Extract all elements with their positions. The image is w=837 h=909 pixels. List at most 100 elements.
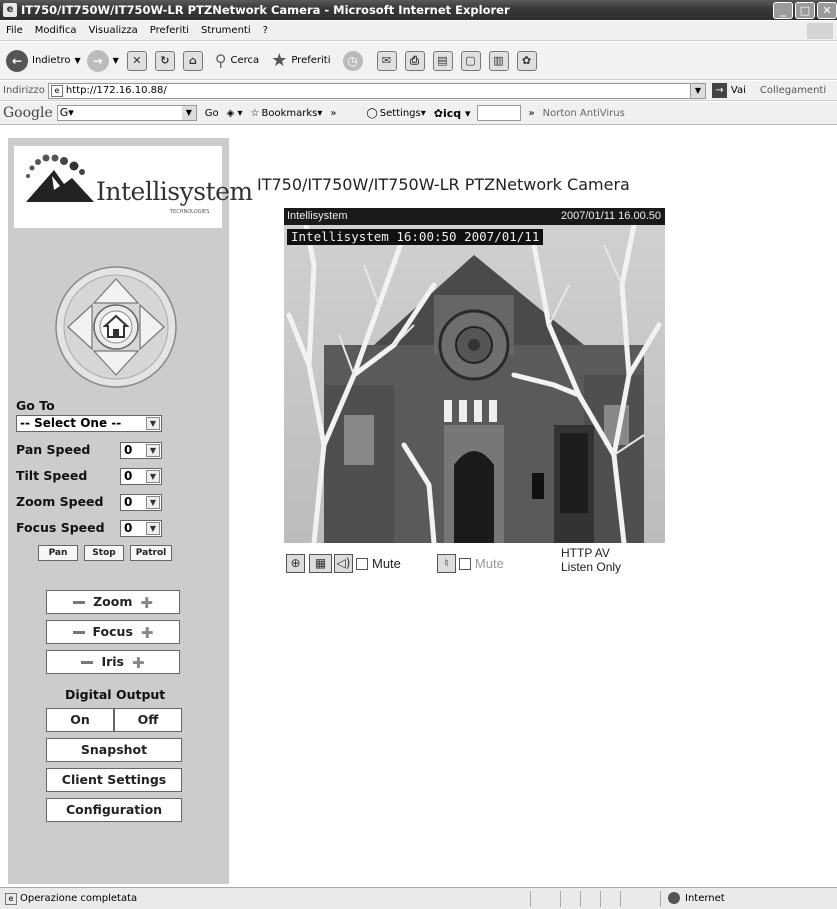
snapshot-camera-icon[interactable]: ▦ (309, 554, 332, 573)
mute-checkbox[interactable] (356, 557, 368, 570)
speaker-icon[interactable]: ◁) (334, 554, 353, 573)
go-button[interactable]: Vai (731, 85, 746, 96)
stop-icon[interactable]: ✕ (126, 50, 147, 71)
forward-dropdown-icon[interactable]: ▼ (113, 56, 119, 65)
tilt-speed-select[interactable]: 0 ▼ (120, 468, 162, 485)
print-icon[interactable]: ⎙ (404, 50, 425, 71)
favorites-button[interactable]: ★ Preferiti (271, 50, 330, 71)
zoom-speed-dropdown-icon: ▼ (146, 496, 160, 509)
status-text: Operazione completata (20, 893, 138, 904)
menu-strumenti[interactable]: Strumenti (195, 25, 257, 36)
menu-visualizza[interactable]: Visualizza (83, 25, 144, 36)
browser-toolbar: ← Indietro ▼ → ▼ ✕ ↻ ⌂ ⚲ Cerca ★ Preferi… (0, 42, 837, 80)
control-sidebar: Intellisystem TECHNOLOGIES Go To -- Sele… (8, 138, 253, 884)
zoom-speed-label: Zoom Speed (16, 494, 104, 509)
research-icon[interactable]: ▥ (488, 50, 509, 71)
focus-speed-select[interactable]: 0 ▼ (120, 520, 162, 537)
messenger-icon[interactable]: ✿ (516, 50, 537, 71)
goto-selected-value: -- Select One -- (20, 416, 122, 430)
maximize-button[interactable]: □ (795, 2, 815, 19)
bookmarks-button[interactable]: Bookmarks▾ (262, 108, 323, 119)
google-search-dropdown-icon[interactable]: ▼ (181, 106, 196, 120)
zoom-in-magnifier-icon[interactable]: ⊕ (286, 554, 305, 573)
mute-microphone-checkbox[interactable] (458, 557, 471, 570)
forward-button[interactable]: → ▼ (86, 49, 119, 72)
history-icon[interactable]: ◷ (342, 50, 363, 71)
digital-output-off-button[interactable]: Off (114, 708, 182, 732)
settings-button[interactable]: Settings▾ (380, 108, 426, 119)
more-chevron-icon-2[interactable]: » (529, 108, 535, 119)
edit-icon[interactable]: ▤ (432, 50, 453, 71)
menu-file[interactable]: File (0, 25, 29, 36)
mute-microphone-label: Mute (474, 556, 504, 571)
more-chevron-icon[interactable]: » (330, 108, 336, 119)
iris-open-plus-icon[interactable]: ✚ (132, 652, 145, 674)
go-arrow-icon[interactable]: → (711, 83, 727, 98)
zoom-speed-select[interactable]: 0 ▼ (120, 494, 162, 511)
address-input[interactable]: e http://172.16.10.88/ ▼ (47, 82, 706, 99)
menu-preferiti[interactable]: Preferiti (144, 25, 195, 36)
status-divider (620, 891, 621, 907)
address-label: Indirizzo (3, 85, 45, 96)
home-icon[interactable]: ⌂ (182, 50, 203, 71)
address-dropdown-icon[interactable]: ▼ (689, 83, 705, 98)
back-dropdown-icon[interactable]: ▼ (75, 56, 81, 65)
close-button[interactable]: ✕ (817, 2, 837, 19)
zoom-label: Zoom (93, 594, 133, 609)
refresh-icon[interactable]: ↻ (154, 50, 175, 71)
pagerank-icon[interactable]: ◈ ▾ (227, 108, 243, 119)
google-toolbar: Google G▾ ▼ Go ◈ ▾ ☆ Bookmarks▾ » ◯ Sett… (0, 102, 837, 125)
client-settings-button[interactable]: Client Settings (46, 768, 182, 792)
discuss-icon[interactable]: ▢ (460, 50, 481, 71)
menu-help[interactable]: ? (257, 25, 274, 36)
logo-mark-icon (26, 154, 94, 202)
google-go-button[interactable]: Go (205, 108, 219, 119)
focus-far-plus-icon[interactable]: ✚ (141, 622, 154, 644)
pan-button[interactable]: Pan (38, 545, 78, 561)
digital-output-on-button[interactable]: On (46, 708, 114, 732)
window-title: IT750/IT750W/IT750W-LR PTZNetwork Camera… (21, 3, 510, 17)
page-content: Intellisystem TECHNOLOGIES Go To -- Sele… (0, 126, 837, 886)
norton-antivirus-button[interactable]: Norton AntiVirus (543, 108, 625, 119)
stop-button[interactable]: Stop (84, 545, 124, 561)
page-status-icon: e (5, 892, 17, 905)
focus-speed-value: 0 (124, 521, 133, 535)
live-video-view[interactable]: Intellisystem 16:00:50 2007/01/11 (284, 225, 665, 543)
microphone-icon[interactable]: ♮ (436, 554, 456, 573)
zoom-out-minus-icon[interactable] (73, 601, 86, 604)
status-divider (560, 891, 561, 907)
audio-mode-info: HTTP AV Listen Only (561, 546, 621, 574)
tilt-speed-label: Tilt Speed (16, 468, 88, 483)
digital-output-label: Digital Output (65, 687, 166, 702)
pan-speed-value: 0 (124, 443, 133, 457)
snapshot-button[interactable]: Snapshot (46, 738, 182, 762)
star-bookmark-icon: ☆ (250, 107, 260, 119)
focus-label: Focus (92, 624, 133, 639)
goto-select[interactable]: -- Select One -- ▼ (16, 415, 162, 432)
links-button[interactable]: Collegamenti (760, 85, 826, 96)
ptz-direction-pad[interactable] (54, 265, 178, 389)
back-button[interactable]: ← Indietro ▼ (6, 49, 81, 72)
menu-modifica[interactable]: Modifica (29, 25, 83, 36)
pan-speed-select[interactable]: 0 ▼ (120, 442, 162, 459)
back-label: Indietro (32, 55, 71, 66)
configuration-button[interactable]: Configuration (46, 798, 182, 822)
home-position-icon[interactable] (93, 304, 139, 350)
icq-button[interactable]: ✿icq ▾ (434, 107, 471, 120)
patrol-button[interactable]: Patrol (130, 545, 172, 561)
minimize-button[interactable]: _ (773, 2, 793, 19)
status-divider (580, 891, 581, 907)
mail-icon[interactable]: ✉ (376, 50, 397, 71)
iris-close-minus-icon[interactable] (81, 661, 94, 664)
goto-dropdown-icon: ▼ (146, 417, 160, 430)
focus-near-minus-icon[interactable] (72, 631, 85, 634)
zoom-in-plus-icon[interactable]: ✚ (140, 592, 153, 614)
search-label: Cerca (230, 55, 260, 66)
search-button[interactable]: ⚲ Cerca (215, 51, 259, 70)
status-divider (530, 891, 531, 907)
focus-speed-dropdown-icon: ▼ (146, 522, 160, 535)
icq-input[interactable] (476, 105, 521, 121)
google-search-input[interactable]: G▾ ▼ (56, 105, 197, 121)
listen-only-text: Listen Only (561, 560, 622, 574)
status-divider (660, 891, 661, 907)
